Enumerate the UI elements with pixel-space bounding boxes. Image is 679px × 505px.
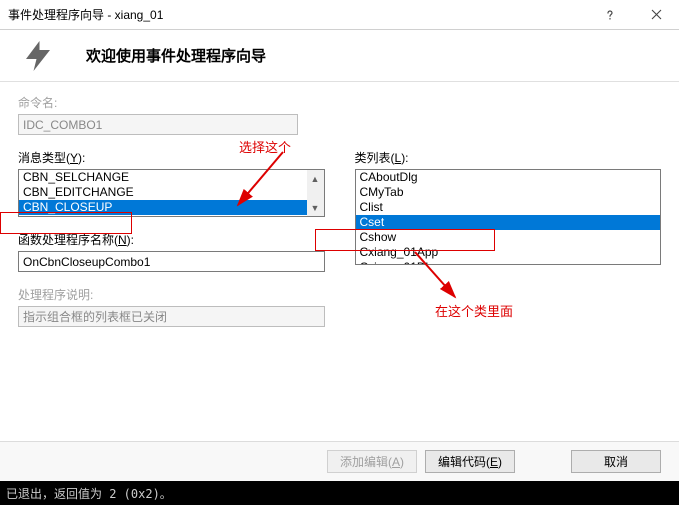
command-name-value: IDC_COMBO1 (23, 118, 102, 132)
message-type-list[interactable]: CBN_SELCHANGE CBN_EDITCHANGE CBN_CLOSEUP… (18, 169, 325, 217)
scroll-down-icon[interactable]: ▼ (307, 199, 324, 216)
wizard-body: 命令名: IDC_COMBO1 消息类型(Y): CBN_SELCHANGE C… (0, 82, 679, 327)
class-list[interactable]: CAboutDlg CMyTab Clist Cset Cshow Cxiang… (355, 169, 662, 265)
handler-name-field[interactable]: OnCbnCloseupCombo1 (18, 251, 325, 272)
scroll-up-icon[interactable]: ▲ (307, 170, 324, 187)
handler-desc-value: 指示组合框的列表框已关闭 (23, 308, 167, 325)
cancel-button[interactable]: 取消 (571, 450, 661, 473)
list-item-selected[interactable]: Cset (356, 215, 661, 230)
handler-desc-label: 处理程序说明: (18, 286, 325, 303)
scrollbar[interactable]: ▲ ▼ (307, 170, 324, 216)
welcome-title: 欢迎使用事件处理程序向导 (86, 45, 266, 66)
left-column: 消息类型(Y): CBN_SELCHANGE CBN_EDITCHANGE CB… (18, 149, 325, 327)
message-type-label: 消息类型(Y): (18, 149, 325, 166)
titlebar: 事件处理程序向导 - xiang_01 (0, 0, 679, 30)
list-item[interactable]: CAboutDlg (356, 170, 661, 185)
help-button[interactable] (587, 0, 633, 29)
list-item-selected[interactable]: CBN_CLOSEUP (19, 200, 324, 215)
right-column: 类列表(L): CAboutDlg CMyTab Clist Cset Csho… (355, 149, 662, 327)
list-item[interactable]: CBN_EDITCHANGE (19, 185, 324, 200)
list-item[interactable]: CBN_SELCHANGE (19, 170, 324, 185)
console-output: 已退出，返回值为 2 (0x2)。 (0, 481, 679, 505)
handler-desc-field: 指示组合框的列表框已关闭 (18, 306, 325, 327)
bolt-icon (20, 38, 56, 74)
edit-code-button[interactable]: 编辑代码(E) (425, 450, 515, 473)
list-item[interactable]: CMyTab (356, 185, 661, 200)
list-item[interactable]: Clist (356, 200, 661, 215)
window-buttons (587, 0, 679, 29)
class-list-label: 类列表(L): (355, 149, 662, 166)
list-item[interactable]: Cxiang_01App (356, 245, 661, 260)
wizard-header: 欢迎使用事件处理程序向导 (0, 30, 679, 82)
window-title: 事件处理程序向导 - xiang_01 (8, 6, 163, 23)
handler-name-value: OnCbnCloseupCombo1 (23, 255, 150, 269)
command-name-label: 命令名: (18, 94, 661, 111)
dialog-footer: 添加编辑(A) 编辑代码(E) 取消 (0, 441, 679, 481)
command-name-field: IDC_COMBO1 (18, 114, 298, 135)
list-item[interactable]: Cxiang_01Dlg (356, 260, 661, 265)
list-item[interactable]: Cshow (356, 230, 661, 245)
handler-name-label: 函数处理程序名称(N): (18, 231, 325, 248)
add-edit-button: 添加编辑(A) (327, 450, 417, 473)
close-button[interactable] (633, 0, 679, 29)
